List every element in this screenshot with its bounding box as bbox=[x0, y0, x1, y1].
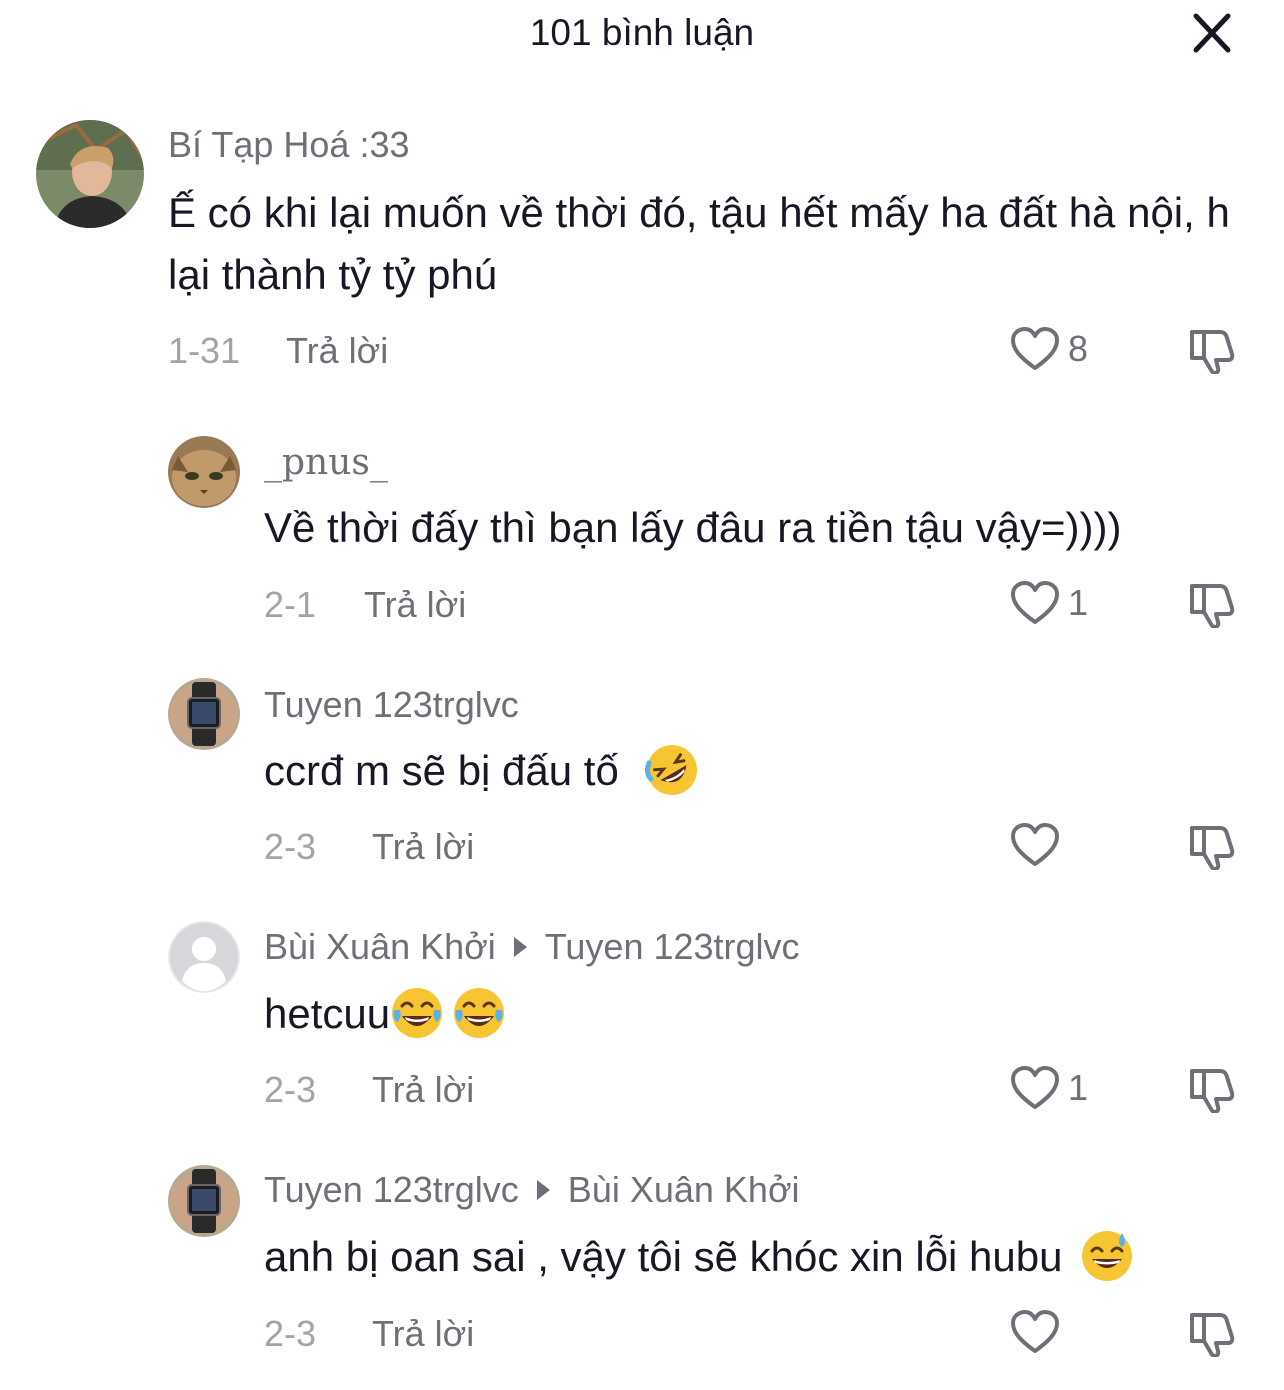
thumbs-down-icon bbox=[1190, 826, 1235, 871]
heart-outline-icon bbox=[1011, 1066, 1059, 1109]
reply-button[interactable]: Trả lời bbox=[286, 330, 388, 372]
comment-date: 2-3 bbox=[264, 826, 317, 867]
dislike-button[interactable] bbox=[1188, 1065, 1236, 1118]
avatar[interactable] bbox=[168, 1165, 240, 1237]
comment-text: anh bị oan sai , vậy tôi sẽ khóc xin lỗi… bbox=[264, 1226, 1264, 1288]
comment-meta: 2-1 bbox=[264, 580, 316, 630]
comment-text-content: ccrđ m sẽ bị đấu tố bbox=[264, 747, 619, 794]
dislike-button[interactable] bbox=[1188, 580, 1236, 633]
heart-outline-icon bbox=[1011, 327, 1059, 370]
like-count: 1 bbox=[1068, 1067, 1089, 1108]
comment-date: 2-3 bbox=[264, 1069, 317, 1110]
comment-username[interactable]: Tuyen 123trglvc bbox=[264, 1169, 519, 1211]
reply-button[interactable]: Trả lời bbox=[364, 584, 466, 626]
avatar[interactable] bbox=[168, 436, 240, 508]
dislike-button[interactable] bbox=[1188, 326, 1236, 379]
reply-arrow-icon bbox=[536, 1180, 550, 1200]
comment-text: Ế có khi lại muốn về thời đó, tậu hết mấ… bbox=[168, 189, 1230, 298]
face-with-tears-of-joy-emoji bbox=[392, 988, 443, 1038]
reply-button[interactable]: Trả lời bbox=[372, 826, 474, 868]
reply-button[interactable]: Trả lời bbox=[372, 1313, 474, 1355]
comment-username[interactable]: Bí Tạp Hoá :33 bbox=[168, 124, 410, 166]
like-button[interactable]: 8 bbox=[1010, 326, 1088, 372]
comment-username[interactable]: Tuyen 123trglvc bbox=[264, 684, 519, 726]
grinning-face-with-sweat-emoji bbox=[1082, 1231, 1133, 1281]
comment-meta: 2-3 bbox=[264, 1309, 316, 1359]
comment-count-title: 101 bình luận bbox=[529, 12, 755, 53]
thumbs-down-icon bbox=[1190, 584, 1235, 629]
like-button[interactable] bbox=[1010, 822, 1068, 868]
close-icon bbox=[1193, 13, 1231, 53]
comment-text-content: hetcuu bbox=[264, 990, 391, 1037]
comment-text: ccrđ m sẽ bị đấu tố bbox=[264, 740, 1264, 802]
like-button[interactable]: 1 bbox=[1010, 1065, 1088, 1111]
heart-outline-icon bbox=[1011, 1310, 1059, 1353]
comment-date: 1-31 bbox=[168, 330, 241, 371]
avatar[interactable] bbox=[168, 921, 240, 993]
comment-username[interactable]: _pnus_ bbox=[264, 442, 388, 483]
avatar[interactable] bbox=[36, 120, 144, 228]
comment-text: hetcuu bbox=[264, 983, 1264, 1045]
like-button[interactable] bbox=[1010, 1309, 1068, 1355]
heart-outline-icon bbox=[1011, 581, 1059, 624]
dislike-button[interactable] bbox=[1188, 1309, 1236, 1362]
comment-date: 2-3 bbox=[264, 1313, 317, 1354]
reply-to-username[interactable]: Bùi Xuân Khởi bbox=[568, 1169, 800, 1211]
reply-button[interactable]: Trả lời bbox=[372, 1069, 474, 1111]
face-with-tears-of-joy-emoji bbox=[454, 988, 505, 1038]
comment-username-row: Tuyen 123trglvc Bùi Xuân Khởi bbox=[264, 1169, 800, 1211]
comment-meta: 1-31 bbox=[168, 326, 240, 376]
comment-text-content: anh bị oan sai , vậy tôi sẽ khóc xin lỗi… bbox=[264, 1233, 1063, 1280]
like-button[interactable]: 1 bbox=[1010, 580, 1088, 626]
default-avatar-icon bbox=[168, 921, 240, 993]
thumbs-down-icon bbox=[1190, 1069, 1235, 1114]
dislike-button[interactable] bbox=[1188, 822, 1236, 875]
like-count: 1 bbox=[1068, 582, 1089, 623]
comment-username-row: Bùi Xuân Khởi Tuyen 123trglvc bbox=[264, 926, 800, 968]
heart-outline-icon bbox=[1011, 823, 1059, 866]
close-button[interactable] bbox=[1188, 12, 1236, 56]
thumbs-down-icon bbox=[1190, 1313, 1235, 1358]
rolling-on-floor-laughing-emoji bbox=[644, 745, 697, 795]
comments-header: 101 bình luận bbox=[0, 0, 1284, 70]
comment-meta: 2-3 bbox=[264, 1065, 316, 1115]
reply-arrow-icon bbox=[513, 937, 527, 957]
comment-date: 2-1 bbox=[264, 584, 317, 625]
reply-to-username[interactable]: Tuyen 123trglvc bbox=[545, 926, 800, 968]
comment-meta: 2-3 bbox=[264, 822, 316, 872]
comment-text: Về thời đấy thì bạn lấy đâu ra tiền tậu … bbox=[264, 504, 1122, 551]
thumbs-down-icon bbox=[1190, 330, 1235, 375]
like-count: 8 bbox=[1068, 328, 1089, 369]
avatar[interactable] bbox=[168, 678, 240, 750]
comment-username[interactable]: Bùi Xuân Khởi bbox=[264, 926, 496, 968]
